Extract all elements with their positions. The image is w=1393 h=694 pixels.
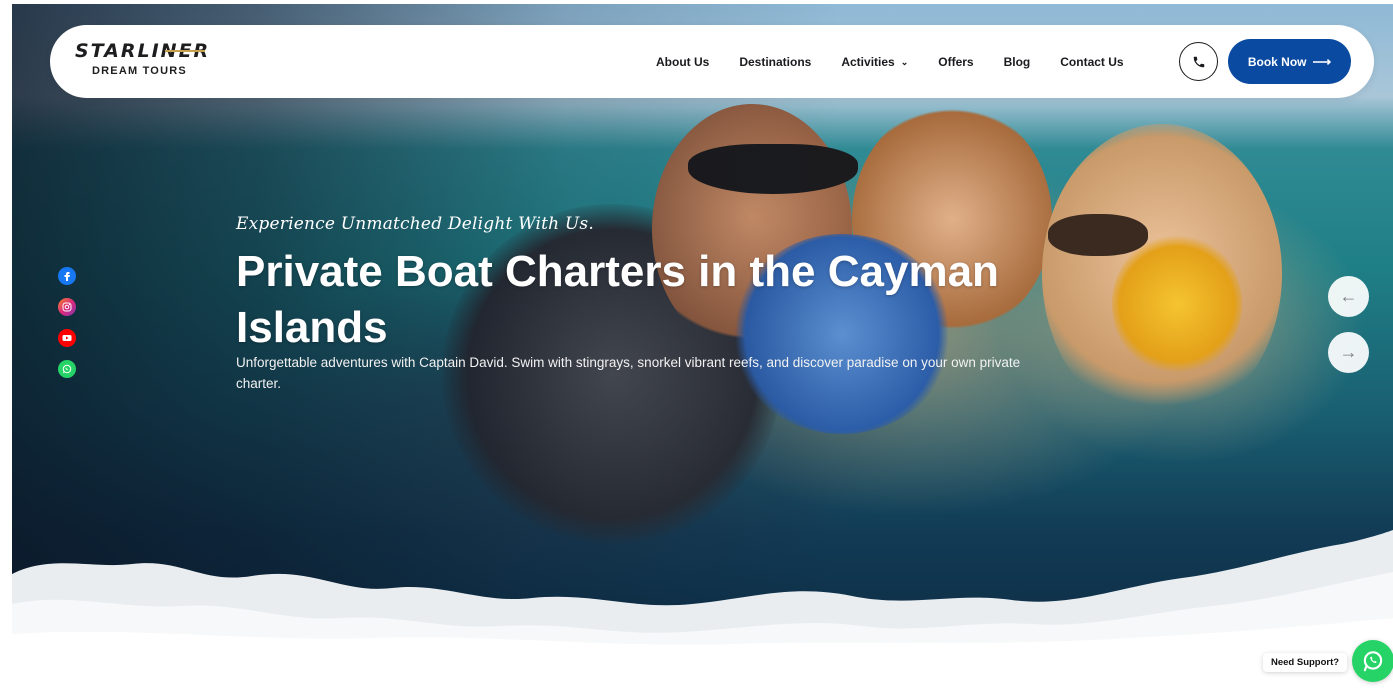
phone-icon xyxy=(1193,56,1204,67)
facebook-icon[interactable] xyxy=(58,267,76,285)
nav-item-label: Blog xyxy=(1003,54,1031,69)
instagram-icon[interactable] xyxy=(58,298,76,316)
need-support-label[interactable]: Need Support? xyxy=(1263,653,1348,672)
main-nav: About Us Destinations Activities ⌄ Offers… xyxy=(656,25,1154,98)
nav-item-label: About Us xyxy=(656,54,710,69)
arrow-right-icon: → xyxy=(1339,342,1358,362)
social-links xyxy=(58,267,78,391)
whatsapp-icon[interactable] xyxy=(58,360,76,378)
nav-item-label: Activities xyxy=(841,54,895,69)
nav-item-destinations[interactable]: Destinations xyxy=(739,55,811,69)
chevron-down-icon: ⌄ xyxy=(900,56,909,67)
hero-tagline: Experience Unmatched Delight With Us. xyxy=(236,214,594,234)
logo-subtitle: DREAM TOURS xyxy=(92,65,187,77)
nav-item-label: Contact Us xyxy=(1060,54,1124,69)
nav-item-label: Destinations xyxy=(739,54,812,69)
whatsapp-support-button[interactable] xyxy=(1352,640,1393,682)
nav-item-blog[interactable]: Blog xyxy=(1004,55,1031,69)
nav-item-activities[interactable]: Activities ⌄ xyxy=(841,55,908,69)
hero-headline: Private Boat Charters in the Cayman Isla… xyxy=(236,247,999,352)
brand-logo[interactable]: STARLINER DREAM TOURS xyxy=(75,40,215,86)
arrow-right-icon: ⟶ xyxy=(1312,53,1332,69)
book-now-label: Book Now xyxy=(1247,54,1307,69)
nav-item-offers[interactable]: Offers xyxy=(938,55,973,69)
arrow-left-icon: ← xyxy=(1339,286,1358,306)
hero-subtext: Unforgettable adventures with Captain Da… xyxy=(236,355,1021,391)
youtube-icon[interactable] xyxy=(58,329,76,347)
whatsapp-icon xyxy=(1363,651,1383,672)
nav-item-about-us[interactable]: About Us xyxy=(656,55,709,69)
book-now-button[interactable]: Book Now ⟶ xyxy=(1228,39,1351,84)
phone-button[interactable] xyxy=(1179,42,1218,81)
logo-accent-line xyxy=(165,50,205,52)
nav-item-contact-us[interactable]: Contact Us xyxy=(1060,55,1123,69)
slider-prev-button[interactable]: ← xyxy=(1328,276,1369,317)
page: STARLINER DREAM TOURS About Us Destinati… xyxy=(0,0,1393,694)
slider-next-button[interactable]: → xyxy=(1328,332,1369,373)
nav-item-label: Offers xyxy=(938,54,974,69)
wave-foam-divider xyxy=(12,530,1393,664)
top-navbar: STARLINER DREAM TOURS About Us Destinati… xyxy=(50,25,1374,98)
